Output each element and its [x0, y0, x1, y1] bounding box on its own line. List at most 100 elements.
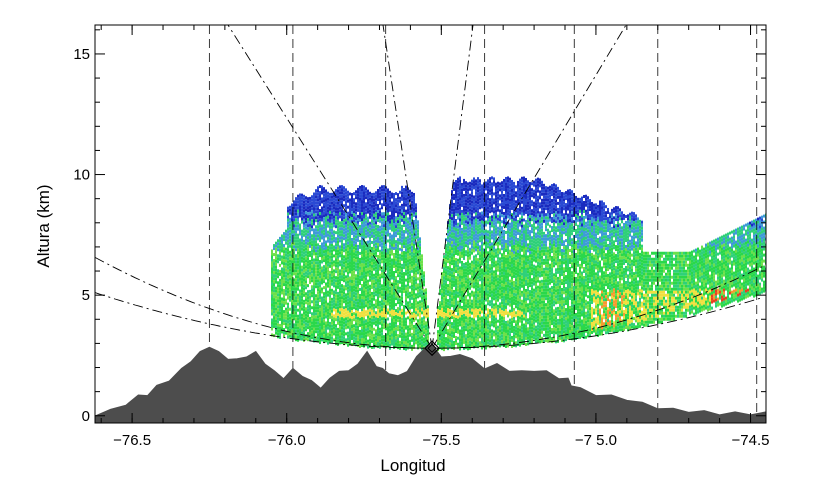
- reflectivity-cell: [407, 196, 409, 200]
- reflectivity-cell: [453, 220, 455, 224]
- reflectivity-cell: [271, 270, 273, 274]
- reflectivity-cell: [381, 332, 383, 336]
- reflectivity-cell: [295, 299, 297, 303]
- reflectivity-cell: [445, 277, 447, 281]
- reflectivity-cell: [285, 268, 287, 272]
- reflectivity-cell: [383, 266, 385, 270]
- reflectivity-cell: [279, 236, 281, 240]
- reflectivity-cell: [377, 198, 379, 202]
- reflectivity-cell: [283, 313, 285, 317]
- reflectivity-cell: [477, 276, 479, 280]
- reflectivity-cell: [417, 334, 419, 338]
- reflectivity-cell: [343, 219, 345, 223]
- reflectivity-cell: [397, 250, 399, 254]
- reflectivity-cell: [357, 268, 359, 272]
- reflectivity-cell: [467, 323, 469, 327]
- reflectivity-cell: [485, 181, 487, 185]
- reflectivity-cell: [375, 299, 377, 303]
- reflectivity-cell: [497, 205, 499, 209]
- reflectivity-cell: [421, 290, 423, 294]
- reflectivity-cell: [353, 306, 355, 310]
- reflectivity-cell: [487, 194, 489, 198]
- reflectivity-cell: [457, 234, 459, 238]
- reflectivity-cell: [395, 225, 397, 229]
- reflectivity-cell: [333, 215, 335, 219]
- reflectivity-cell: [373, 288, 375, 292]
- reflectivity-cell: [439, 289, 441, 293]
- reflectivity-cell: [405, 326, 407, 330]
- reflectivity-cell: [347, 229, 349, 233]
- reflectivity-cell: [297, 302, 299, 306]
- reflectivity-cell: [407, 337, 409, 341]
- reflectivity-cell: [341, 200, 343, 204]
- reflectivity-cell: [347, 274, 349, 278]
- reflectivity-cell: [359, 257, 361, 261]
- reflectivity-cell: [423, 337, 425, 341]
- reflectivity-cell: [495, 341, 497, 345]
- reflectivity-cell: [345, 221, 347, 225]
- reflectivity-cell: [377, 228, 379, 232]
- reflectivity-cell: [475, 266, 477, 270]
- reflectivity-cell: [361, 284, 363, 288]
- reflectivity-cell: [451, 235, 453, 239]
- reflectivity-cell: [379, 249, 381, 253]
- reflectivity-cell: [327, 197, 329, 201]
- reflectivity-cell: [319, 299, 321, 303]
- reflectivity-cell: [343, 192, 345, 196]
- reflectivity-cell: [331, 240, 333, 244]
- reflectivity-cell: [389, 331, 391, 335]
- reflectivity-cell: [453, 331, 455, 335]
- reflectivity-cell: [361, 302, 363, 306]
- reflectivity-cell: [491, 242, 493, 246]
- reflectivity-cell: [491, 323, 493, 327]
- reflectivity-cell: [477, 303, 479, 307]
- reflectivity-cell: [327, 326, 329, 330]
- reflectivity-cell: [475, 323, 477, 327]
- reflectivity-cell: [319, 260, 321, 264]
- reflectivity-cell: [383, 269, 385, 273]
- reflectivity-cell: [381, 224, 383, 228]
- reflectivity-cell: [363, 320, 365, 324]
- reflectivity-cell: [299, 208, 301, 212]
- reflectivity-cell: [499, 329, 501, 333]
- reflectivity-cell: [465, 325, 467, 329]
- reflectivity-cell: [455, 339, 457, 343]
- reflectivity-cell: [413, 204, 415, 208]
- reflectivity-cell: [311, 264, 313, 268]
- reflectivity-cell: [369, 239, 371, 243]
- reflectivity-cell: [319, 251, 321, 255]
- reflectivity-cell: [415, 269, 417, 273]
- reflectivity-cell: [281, 297, 283, 301]
- reflectivity-cell: [489, 189, 491, 193]
- reflectivity-cell: [441, 341, 443, 345]
- reflectivity-cell: [481, 259, 483, 263]
- reflectivity-cell: [289, 241, 291, 245]
- reflectivity-cell: [383, 248, 385, 252]
- reflectivity-cell: [375, 209, 377, 213]
- reflectivity-cell: [355, 244, 357, 248]
- reflectivity-cell: [461, 248, 463, 252]
- reflectivity-cell: [391, 306, 393, 310]
- reflectivity-cell: [317, 285, 319, 289]
- reflectivity-cell: [373, 198, 375, 202]
- reflectivity-cell: [349, 192, 351, 196]
- reflectivity-cell: [475, 311, 477, 315]
- reflectivity-cell: [381, 212, 383, 216]
- reflectivity-cell: [351, 337, 353, 341]
- reflectivity-cell: [365, 229, 367, 233]
- reflectivity-cell: [303, 311, 305, 315]
- reflectivity-cell: [405, 245, 407, 249]
- reflectivity-cell: [317, 336, 319, 340]
- reflectivity-cell: [405, 236, 407, 240]
- reflectivity-cell: [363, 248, 365, 252]
- reflectivity-cell: [299, 232, 301, 236]
- reflectivity-cell: [461, 227, 463, 231]
- reflectivity-cell: [379, 210, 381, 214]
- reflectivity-cell: [399, 310, 401, 314]
- reflectivity-cell: [343, 324, 345, 328]
- reflectivity-cell: [357, 295, 359, 299]
- reflectivity-cell: [321, 317, 323, 321]
- reflectivity-cell: [285, 313, 287, 317]
- reflectivity-cell: [411, 224, 413, 228]
- reflectivity-cell: [287, 305, 289, 309]
